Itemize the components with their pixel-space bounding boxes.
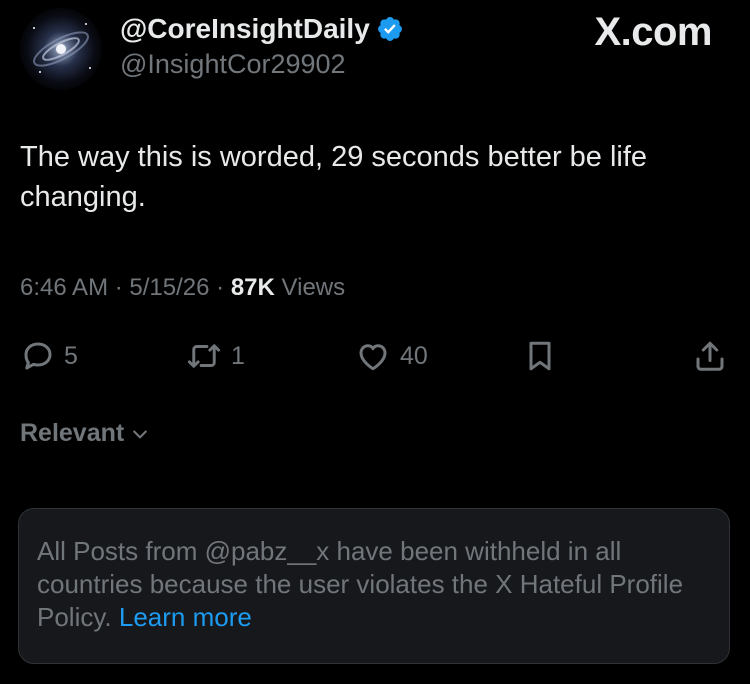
reply-button[interactable]: 5 — [20, 336, 78, 376]
brand-watermark: X.com — [594, 10, 712, 54]
verified-badge-icon — [377, 17, 402, 41]
meta-separator: · — [216, 274, 231, 301]
views-label: Views — [281, 274, 346, 301]
withheld-notice: All Posts from @pabz__x have been withhe… — [18, 508, 730, 664]
action-bar: 5 1 40 — [20, 336, 732, 376]
sort-label: Relevant — [20, 419, 125, 447]
like-button[interactable]: 40 — [354, 336, 428, 376]
author-display-name[interactable]: @CoreInsightDaily — [120, 13, 404, 45]
author-display-name-text: @CoreInsightDaily — [120, 13, 370, 44]
galaxy-icon — [33, 23, 91, 73]
avatar[interactable] — [20, 8, 102, 90]
like-count: 40 — [400, 341, 428, 370]
chevron-down-icon — [133, 429, 148, 438]
bookmark-button[interactable] — [522, 336, 558, 376]
sort-dropdown[interactable]: Relevant — [20, 419, 150, 448]
reply-count: 5 — [64, 341, 78, 370]
reply-icon — [24, 342, 52, 370]
views-count: 87K — [230, 274, 275, 301]
heart-icon — [359, 344, 387, 371]
post-date[interactable]: 5/15/26 — [129, 274, 209, 301]
repost-button[interactable]: 1 — [185, 336, 245, 376]
repost-icon — [187, 344, 221, 368]
post-text: The way this is worded, 29 seconds bette… — [20, 141, 648, 213]
learn-more-link[interactable]: Learn more — [119, 602, 252, 632]
author-handle[interactable]: @InsightCor29902 — [120, 49, 346, 80]
repost-count: 1 — [231, 341, 245, 370]
post-meta: 6:46 AM · 5/15/26 · 87K Views — [20, 274, 345, 302]
post-time[interactable]: 6:46 AM — [20, 274, 108, 301]
share-button[interactable] — [692, 336, 728, 376]
bookmark-icon — [529, 341, 551, 371]
share-icon — [696, 341, 724, 371]
meta-separator: · — [114, 274, 130, 301]
